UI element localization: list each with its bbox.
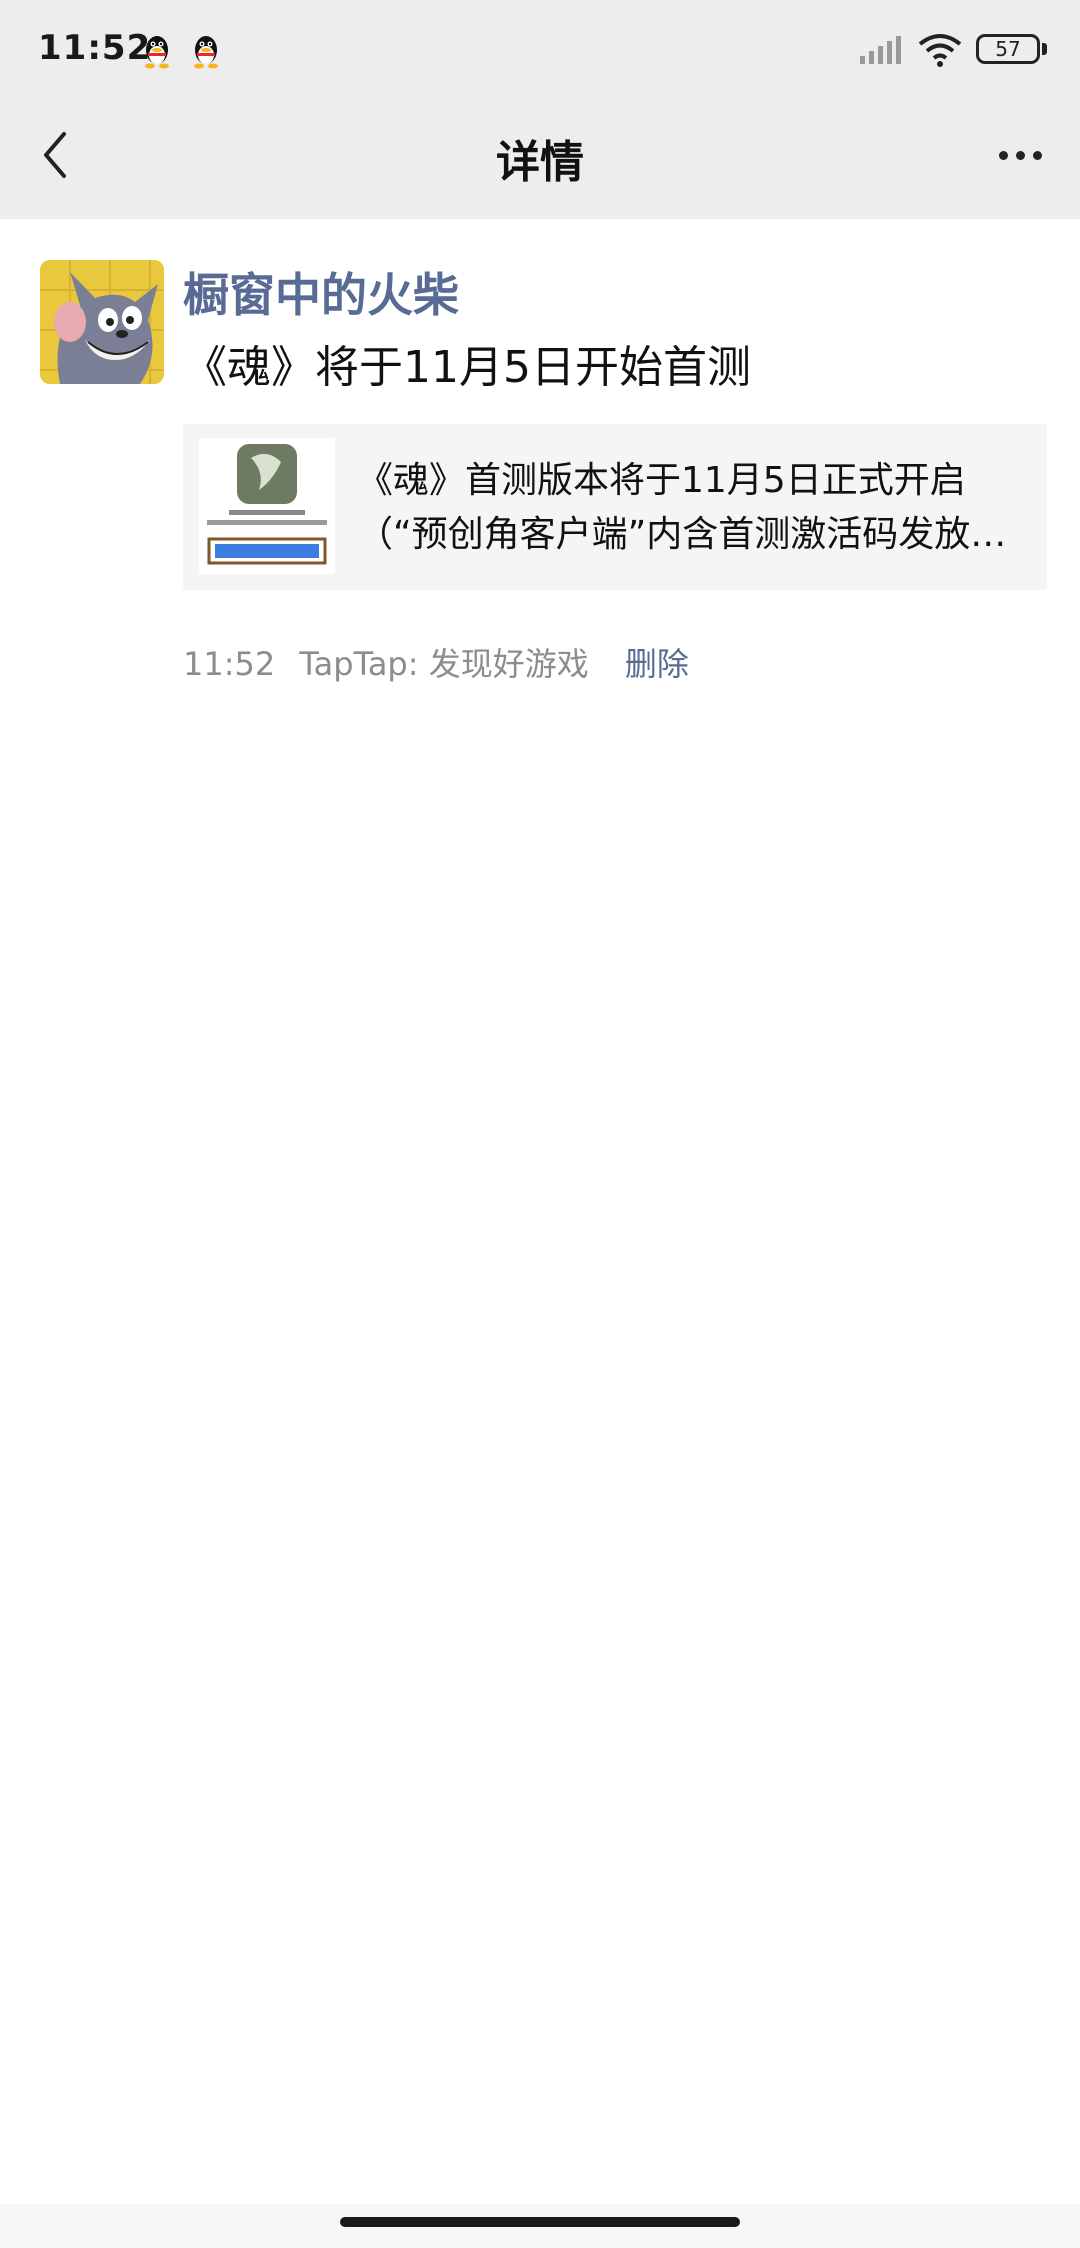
- qq-icon: [145, 36, 169, 69]
- status-time: 11:52: [38, 28, 152, 68]
- link-thumbnail: [199, 438, 335, 574]
- battery-icon: 57: [976, 34, 1040, 64]
- signal-icon: [860, 36, 901, 64]
- home-indicator[interactable]: [340, 2217, 740, 2227]
- wifi-icon: [918, 34, 962, 67]
- more-button[interactable]: [990, 130, 1050, 180]
- cartoon-cat-avatar-image: [40, 260, 164, 384]
- delete-button[interactable]: 删除: [625, 645, 689, 683]
- link-title-line-2: （“预创角客户端”内含首测激活码发放…: [357, 514, 1007, 555]
- post-source[interactable]: TapTap: 发现好游戏: [299, 645, 588, 683]
- link-title-line-1: 《魂》首测版本将于11月5日正式开启: [357, 460, 966, 501]
- top-bar: 11:52 57 详情: [0, 0, 1080, 219]
- page-title: 详情: [496, 137, 584, 188]
- link-title: 《魂》首测版本将于11月5日正式开启 （“预创角客户端”内含首测激活码发放…: [357, 454, 1017, 562]
- battery-level: 57: [995, 37, 1021, 61]
- more-dots-icon: [998, 150, 1008, 160]
- game-app-thumbnail-image: [199, 438, 335, 574]
- qq-icon: [194, 36, 218, 69]
- shared-link-card[interactable]: 《魂》首测版本将于11月5日正式开启 （“预创角客户端”内含首测激活码发放…: [183, 424, 1047, 590]
- nav-bar: 详情: [0, 100, 1080, 219]
- post-text: 《魂》将于11月5日开始首测: [183, 342, 751, 393]
- author-name[interactable]: 橱窗中的火柴: [183, 259, 459, 325]
- status-bar: 11:52 57: [0, 0, 1080, 100]
- avatar[interactable]: [40, 260, 164, 384]
- post-time: 11:52: [183, 645, 276, 683]
- post-meta: 11:52 TapTap: 发现好游戏 删除: [183, 639, 703, 685]
- battery-tip: [1042, 43, 1047, 55]
